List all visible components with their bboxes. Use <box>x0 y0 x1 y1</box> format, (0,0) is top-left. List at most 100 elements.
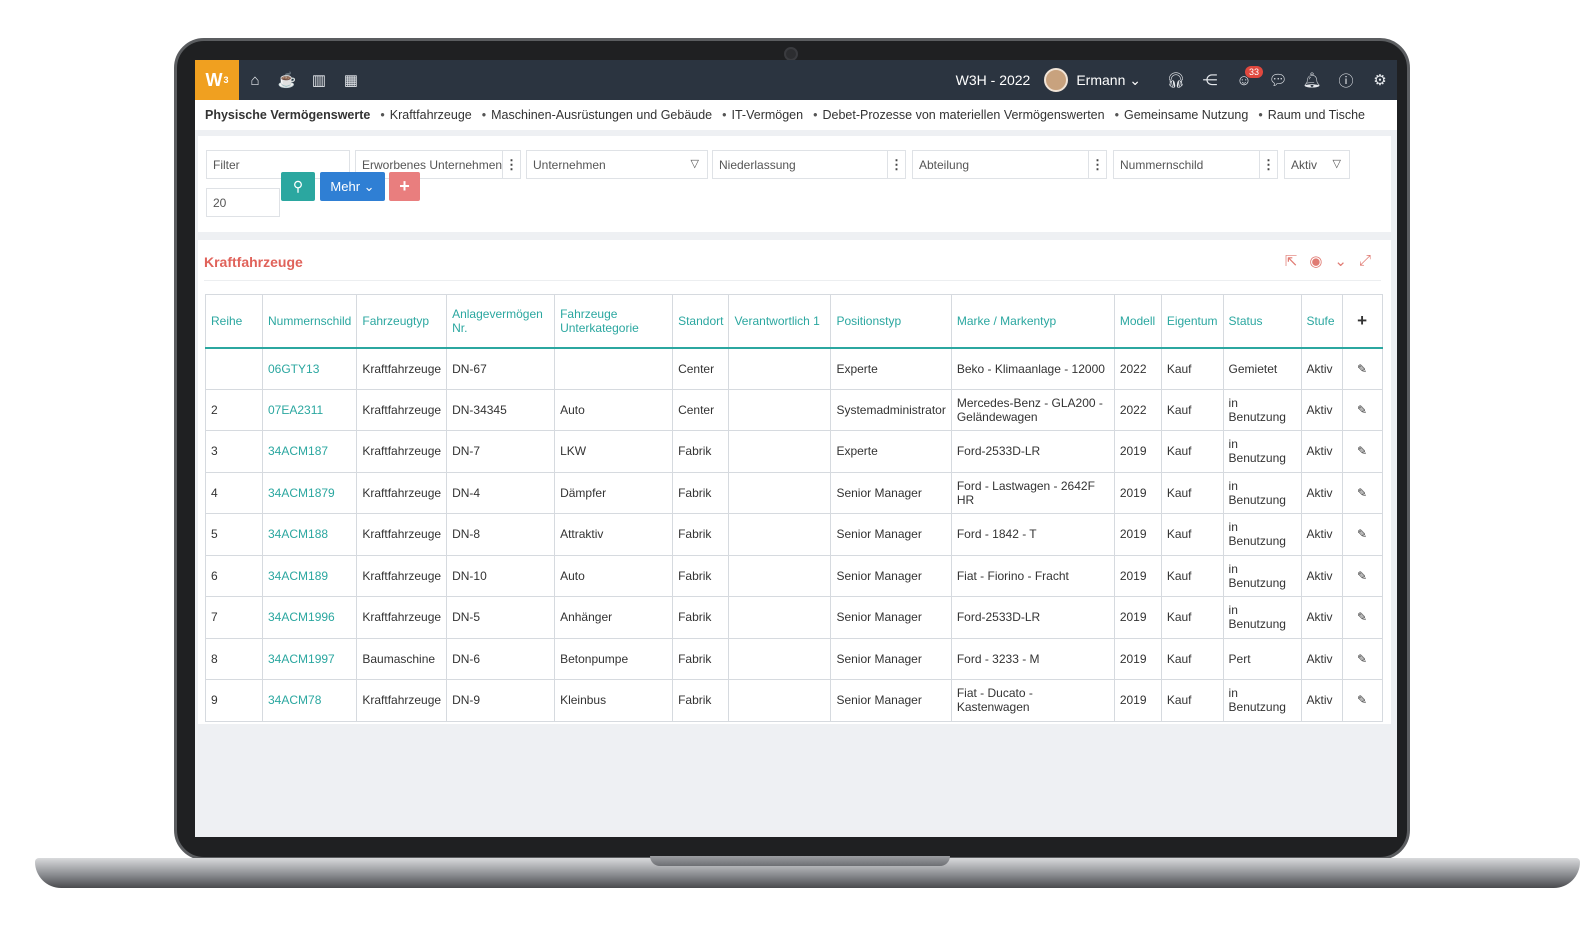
col-header-brand[interactable]: Marke / Markentyp <box>950 294 1115 349</box>
breadcrumb-current[interactable]: Physische Vermögenswerte <box>205 108 370 122</box>
bar-chart-icon[interactable]: ▥ <box>303 60 335 100</box>
edit-icon[interactable]: ✎ <box>1341 430 1383 473</box>
table-row[interactable]: 9 34ACM78 Kraftfahrzeuge DN-9 Kleinbus F… <box>205 679 1383 722</box>
cell-responsible <box>728 471 832 514</box>
cell-plate-link[interactable]: 07EA2311 <box>261 388 358 431</box>
col-header-asset-no[interactable]: Anlagevermögen Nr. <box>446 294 556 349</box>
smiley-icon[interactable]: ☺ 33 <box>1227 60 1264 100</box>
acquired-company-label: Erworbenes Unternehmen <box>362 157 503 172</box>
cell-vehicle-type: Kraftfahrzeuge <box>356 347 448 390</box>
edit-icon[interactable]: ✎ <box>1341 554 1383 597</box>
cell-subcategory: Auto <box>554 554 674 597</box>
cell-model: 2019 <box>1113 513 1162 556</box>
coffee-icon[interactable]: ☕ <box>271 60 303 100</box>
breadcrumb-item[interactable]: Raum und Tische <box>1258 108 1365 122</box>
cell-row-number: 5 <box>205 513 263 556</box>
breadcrumb-item[interactable]: Debet-Prozesse von materiellen Vermögens… <box>813 108 1104 122</box>
more-vert-icon[interactable]: ⋮ <box>887 151 905 178</box>
edit-icon[interactable]: ✎ <box>1341 637 1383 680</box>
cell-level: Aktiv <box>1300 471 1343 514</box>
calendar-icon[interactable]: ▦ <box>335 60 367 100</box>
col-header-ownership[interactable]: Eigentum <box>1160 294 1224 349</box>
cell-subcategory: Dämpfer <box>554 471 674 514</box>
department-field[interactable]: Abteilung ⋮ <box>912 150 1107 179</box>
page-size-input[interactable]: 20 <box>206 188 280 217</box>
col-header-subcategory[interactable]: Fahrzeuge Unterkategorie <box>554 294 674 349</box>
breadcrumb-item[interactable]: Gemeinsame Nutzung <box>1115 108 1248 122</box>
cell-plate-link[interactable]: 34ACM188 <box>261 513 358 556</box>
cell-position-type: Senior Manager <box>830 637 952 680</box>
breadcrumb-item[interactable]: IT-Vermögen <box>722 108 804 122</box>
cell-asset-no: DN-9 <box>446 679 556 722</box>
edit-icon[interactable]: ✎ <box>1341 513 1383 556</box>
cell-plate-link[interactable]: 34ACM1996 <box>261 596 358 639</box>
table-row[interactable]: 4 34ACM1879 Kraftfahrzeuge DN-4 Dämpfer … <box>205 471 1383 514</box>
col-header-responsible[interactable]: Verantwortlich 1 <box>728 294 832 349</box>
eye-icon[interactable]: ◉ <box>1309 252 1322 270</box>
help-icon[interactable]: ⓘ <box>1329 60 1363 100</box>
col-header-row-number[interactable]: Reihe <box>205 294 263 349</box>
cell-plate-link[interactable]: 34ACM1997 <box>261 637 358 680</box>
col-header-level[interactable]: Stufe <box>1300 294 1343 349</box>
home-icon[interactable]: ⌂ <box>239 60 271 100</box>
more-vert-icon[interactable]: ⋮ <box>1259 151 1277 178</box>
plate-field[interactable]: Nummernschild ⋮ <box>1113 150 1278 179</box>
col-header-status[interactable]: Status <box>1222 294 1302 349</box>
cell-plate-link[interactable]: 34ACM78 <box>261 679 358 722</box>
add-button[interactable]: + <box>389 172 420 201</box>
cell-row-number: 8 <box>205 637 263 680</box>
chevron-down-icon[interactable]: ⌄ <box>1334 252 1347 270</box>
gear-icon[interactable]: ⚙ <box>1363 60 1397 100</box>
company-select[interactable]: Unternehmen ▽ <box>526 150 708 179</box>
export-icon[interactable]: ⇱ <box>1285 252 1298 270</box>
cell-plate-link[interactable]: 34ACM189 <box>261 554 358 597</box>
headset-icon[interactable]: 🎧︎ <box>1159 60 1193 100</box>
cell-plate-link[interactable]: 06GTY13 <box>261 347 358 390</box>
more-button[interactable]: Mehr ⌄ <box>320 172 385 201</box>
edit-icon[interactable]: ✎ <box>1341 596 1383 639</box>
table-row[interactable]: 2 07EA2311 Kraftfahrzeuge DN-34345 Auto … <box>205 388 1383 431</box>
cell-asset-no: DN-5 <box>446 596 556 639</box>
avatar[interactable] <box>1044 68 1069 92</box>
cell-position-type: Senior Manager <box>830 596 952 639</box>
company-selector[interactable]: W3H - 2022 <box>956 72 1031 88</box>
col-header-position-type[interactable]: Positionstyp <box>830 294 952 349</box>
cell-vehicle-type: Kraftfahrzeuge <box>356 513 448 556</box>
cell-subcategory <box>554 347 674 390</box>
edit-icon[interactable]: ✎ <box>1341 347 1383 390</box>
cell-plate-link[interactable]: 34ACM187 <box>261 430 358 473</box>
table-row[interactable]: 5 34ACM188 Kraftfahrzeuge DN-8 Attraktiv… <box>205 513 1383 556</box>
breadcrumb-item[interactable]: Maschinen-Ausrüstungen und Gebäude <box>482 108 712 122</box>
cell-brand: Ford - 1842 - T <box>950 513 1115 556</box>
col-header-plate[interactable]: Nummernschild <box>261 294 358 349</box>
breadcrumb-item[interactable]: Kraftfahrzeuge <box>380 108 472 122</box>
edit-icon[interactable]: ✎ <box>1341 471 1383 514</box>
col-header-location[interactable]: Standort <box>672 294 730 349</box>
table-row[interactable]: 3 34ACM187 Kraftfahrzeuge DN-7 LKW Fabri… <box>205 430 1383 473</box>
table-row[interactable]: 6 34ACM189 Kraftfahrzeuge DN-10 Auto Fab… <box>205 554 1383 597</box>
vehicles-panel: Kraftfahrzeuge ⇱ ◉ ⌄ ⤢ Reihe Nummernschi… <box>198 240 1391 724</box>
table-row[interactable]: 8 34ACM1997 Baumaschine DN-6 Betonpumpe … <box>205 637 1383 680</box>
expand-icon[interactable]: ⤢ <box>1359 252 1371 270</box>
app-logo[interactable]: W3 <box>195 60 239 100</box>
table-row[interactable]: 06GTY13 Kraftfahrzeuge DN-67 Center Expe… <box>205 347 1383 390</box>
share-icon[interactable]: ⋲ <box>1193 60 1227 100</box>
chat-icon[interactable]: 💬︎ <box>1261 60 1295 100</box>
status-select[interactable]: Aktiv ▽ <box>1284 150 1350 179</box>
edit-icon[interactable]: ✎ <box>1341 388 1383 431</box>
cell-plate-link[interactable]: 34ACM1879 <box>261 471 358 514</box>
user-menu[interactable]: Ermann ⌄ <box>1076 72 1141 89</box>
more-vert-icon[interactable]: ⋮ <box>1088 151 1106 178</box>
table-header-row: Reihe Nummernschild Fahrzeugtyp Anlageve… <box>205 294 1383 349</box>
col-header-model[interactable]: Modell <box>1113 294 1162 349</box>
search-button[interactable]: ⚲ <box>281 172 315 201</box>
add-row-icon[interactable]: + <box>1341 294 1383 349</box>
edit-icon[interactable]: ✎ <box>1341 679 1383 722</box>
branch-field[interactable]: Niederlassung ⋮ <box>712 150 906 179</box>
bell-icon[interactable]: 🔔︎ <box>1295 60 1329 100</box>
cell-subcategory: Kleinbus <box>554 679 674 722</box>
table-row[interactable]: 7 34ACM1996 Kraftfahrzeuge DN-5 Anhänger… <box>205 596 1383 639</box>
cell-brand: Ford - Lastwagen - 2642F HR <box>950 471 1115 514</box>
more-vert-icon[interactable]: ⋮ <box>502 151 520 178</box>
col-header-vehicle-type[interactable]: Fahrzeugtyp <box>356 294 448 349</box>
